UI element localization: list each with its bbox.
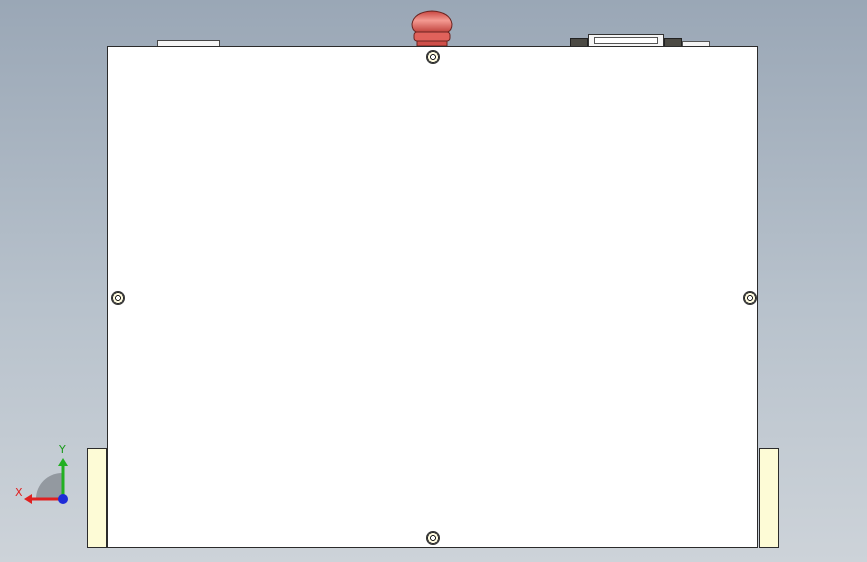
bottom-screw: [426, 531, 440, 545]
right-mounting-foot: [759, 448, 779, 548]
y-axis-label: Y: [59, 443, 66, 456]
x-axis-label: X: [15, 486, 23, 499]
right-screw: [743, 291, 757, 305]
cad-graphics-viewport[interactable]: X Y: [0, 0, 867, 562]
left-mounting-foot: [87, 448, 107, 548]
enclosure-front-panel: [107, 46, 758, 548]
top-screw: [426, 50, 440, 64]
top-right-connector-inner: [594, 37, 658, 44]
emergency-stop-button: [411, 10, 453, 47]
left-screw: [111, 291, 125, 305]
